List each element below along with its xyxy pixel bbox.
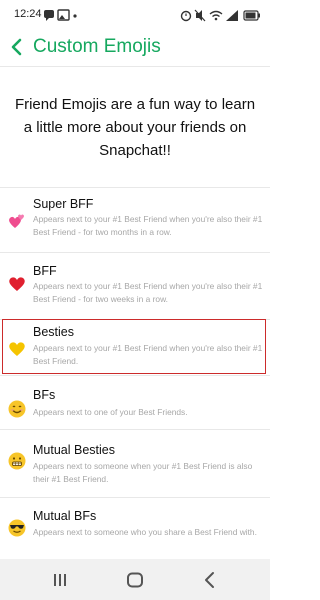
list-item-bff[interactable]: BFF Appears next to your #1 Best Friend …: [0, 252, 270, 320]
app-header: Custom Emojis: [0, 30, 270, 66]
list-item-besties[interactable]: Besties Appears next to your #1 Best Fri…: [0, 319, 270, 376]
list-item-description: Appears next to someone when your #1 Bes…: [33, 461, 253, 484]
list-item-description: Appears next to your #1 Best Friend when…: [33, 214, 263, 237]
list-item-mutual-besties[interactable]: Mutual Besties Appears next to someone w…: [0, 429, 270, 498]
battery-icon: [243, 10, 260, 21]
list-item-super-bff[interactable]: Super BFF Appears next to your #1 Best F…: [0, 187, 270, 253]
mute-icon: [194, 9, 206, 22]
list-item-title: BFs: [33, 388, 56, 402]
list-item-mutual-bfs[interactable]: Mutual BFs Appears next to someone who y…: [0, 497, 270, 560]
emoji-list: Super BFF Appears next to your #1 Best F…: [0, 187, 270, 559]
signal-icon: [226, 10, 238, 21]
gallery-icon: [57, 9, 70, 21]
status-time: 12:24: [14, 8, 42, 20]
list-item-description: Appears next to your #1 Best Friend when…: [33, 281, 263, 304]
list-item-title: Super BFF: [33, 197, 94, 211]
home-icon[interactable]: [124, 569, 146, 591]
list-item-title: Mutual Besties: [33, 443, 115, 457]
list-item-title: Besties: [33, 325, 74, 339]
list-item-title: Mutual BFs: [33, 509, 97, 523]
smiling-face-emoji-icon: [8, 400, 26, 418]
status-bar: 12:24: [0, 0, 270, 30]
back-arrow-icon[interactable]: [8, 36, 24, 58]
status-notification-icons: [44, 9, 77, 21]
recent-apps-icon[interactable]: [49, 569, 71, 591]
back-icon[interactable]: [199, 569, 221, 591]
sunglasses-face-emoji-icon: [8, 519, 26, 537]
list-item-title: BFF: [33, 264, 57, 278]
two-hearts-emoji-icon: [9, 214, 24, 228]
intro-text: Friend Emojis are a fun way to learn a l…: [14, 96, 256, 159]
red-heart-emoji-icon: [9, 277, 25, 291]
list-item-description: Appears next to someone who you share a …: [33, 527, 257, 537]
wifi-icon: [209, 10, 223, 21]
alarm-icon: [180, 10, 192, 22]
grimacing-face-emoji-icon: [8, 452, 26, 470]
messaging-icon: [44, 10, 54, 21]
list-item-bfs[interactable]: BFs Appears next to one of your Best Fri…: [0, 375, 270, 430]
yellow-heart-emoji-icon: [9, 342, 25, 356]
header-divider: [0, 66, 270, 67]
list-item-description: Appears next to one of your Best Friends…: [33, 407, 188, 417]
notification-dot-icon: [73, 14, 77, 18]
page-title: Custom Emojis: [33, 36, 161, 57]
status-system-icons: [180, 9, 260, 22]
android-nav-bar: [0, 559, 270, 600]
list-item-description: Appears next to your #1 Best Friend when…: [33, 343, 263, 366]
